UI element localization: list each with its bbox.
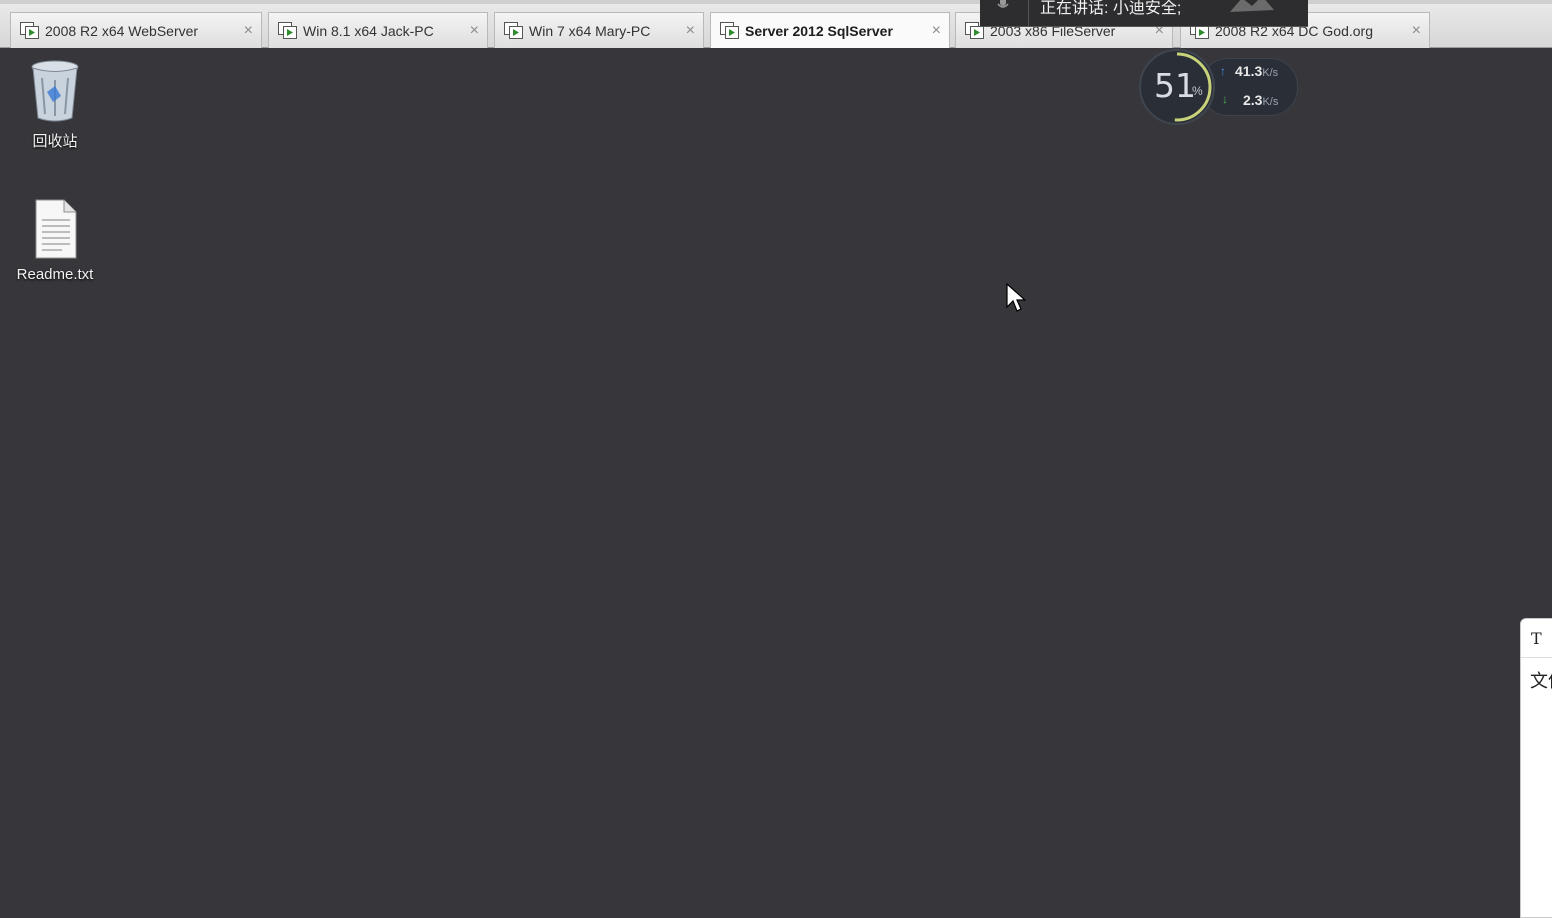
close-icon[interactable]: ×: [1412, 13, 1421, 49]
recycle-bin-label: 回收站: [32, 133, 78, 150]
vm-icon: [278, 22, 297, 39]
tab-label: Server 2012 SqlServer: [745, 23, 893, 39]
tab-webserver[interactable]: 2008 R2 x64 WebServer ×: [10, 12, 262, 48]
microphone-icon: [997, 0, 1009, 8]
close-icon[interactable]: ×: [932, 13, 941, 49]
recycle-bin[interactable]: 回收站: [5, 58, 105, 151]
tab-sqlserver[interactable]: Server 2012 SqlServer ×: [710, 12, 950, 48]
tab-mary-pc[interactable]: Win 7 x64 Mary-PC ×: [494, 12, 704, 48]
speaking-text: 正在讲话: 小迪安全;: [1040, 0, 1182, 17]
side-panel-title: T: [1531, 629, 1542, 648]
voice-notification: 正在讲话: 小迪安全;: [980, 0, 1308, 27]
side-panel-text: 文件: [1530, 671, 1552, 691]
side-panel[interactable]: T 文件: [1520, 618, 1552, 918]
text-file-icon: [35, 199, 77, 259]
tab-jack-pc[interactable]: Win 8.1 x64 Jack-PC ×: [268, 12, 488, 48]
mouse-cursor-icon: [1006, 283, 1026, 312]
close-icon[interactable]: ×: [470, 13, 479, 49]
vm-icon: [20, 22, 39, 39]
tab-label: Win 7 x64 Mary-PC: [529, 23, 651, 39]
upload-speed: 41.3K/s: [1235, 63, 1279, 79]
network-speed-widget[interactable]: 51 % ↑ 41.3K/s ↓ 2.3K/s: [1138, 48, 1298, 126]
vm-icon: [720, 22, 739, 39]
side-panel-divider: [1521, 657, 1552, 658]
tab-label: 2008 R2 x64 WebServer: [45, 23, 199, 39]
upload-arrow-icon: ↑: [1220, 64, 1226, 78]
download-arrow-icon: ↓: [1222, 92, 1228, 106]
vm-tab-bar: 2008 R2 x64 WebServer × Win 8.1 x64 Jack…: [0, 4, 1552, 48]
recycle-bin-icon: [31, 60, 79, 122]
download-speed: 2.3K/s: [1243, 92, 1279, 108]
close-icon[interactable]: ×: [686, 13, 695, 49]
tab-label: Win 8.1 x64 Jack-PC: [303, 23, 434, 39]
usage-percent-unit: %: [1192, 84, 1203, 98]
notification-separator: [1028, 0, 1029, 26]
readme-file[interactable]: Readme.txt: [5, 198, 105, 283]
speaker-avatar-icon: [1230, 0, 1274, 12]
close-icon[interactable]: ×: [244, 13, 253, 49]
usage-percent: 51: [1154, 66, 1196, 105]
readme-label: Readme.txt: [16, 266, 94, 283]
vm-icon: [504, 22, 523, 39]
